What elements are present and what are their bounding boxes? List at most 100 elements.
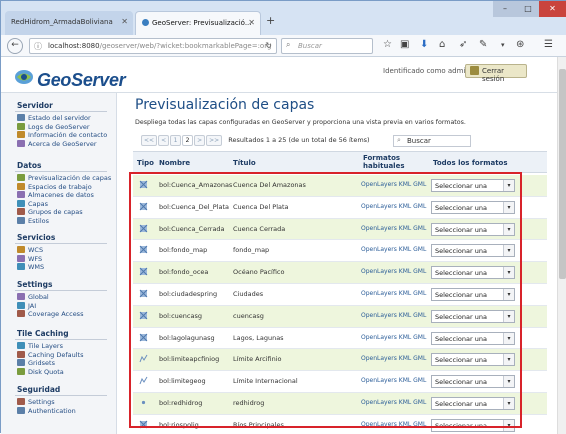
reload-icon[interactable]: ↻: [265, 41, 272, 50]
sidebar-item[interactable]: WFS: [17, 254, 42, 263]
sidebar-item[interactable]: Disk Quota: [17, 367, 64, 376]
sidebar-item[interactable]: Tile Layers: [17, 342, 63, 350]
sidebar-item[interactable]: JAI: [17, 301, 36, 310]
common-formats-links[interactable]: OpenLayers KML GML: [361, 355, 426, 362]
download-icon[interactable]: ⬇: [420, 39, 428, 50]
all-formats-select[interactable]: Seleccionar una ▾: [431, 200, 515, 214]
extension-icon[interactable]: ✎: [479, 39, 487, 50]
logout-button[interactable]: Cerrar sesión: [465, 64, 527, 83]
all-formats-select[interactable]: Seleccionar una ▾: [431, 375, 515, 389]
common-formats-links[interactable]: OpenLayers KML GML: [361, 203, 426, 210]
back-arrow-icon[interactable]: ←: [7, 38, 23, 54]
column-header-titulo[interactable]: Título: [233, 159, 256, 167]
all-formats-select[interactable]: Seleccionar una ▾: [431, 288, 515, 301]
sidebar-item[interactable]: Grupos de capas: [17, 208, 83, 216]
table-search-input[interactable]: ⌕ Buscar: [393, 135, 471, 147]
minimize-icon[interactable]: –: [493, 1, 517, 17]
layer-title: Límite Arcifinio: [233, 355, 282, 364]
sidebar-item[interactable]: Espacios de trabajo: [17, 182, 92, 191]
column-header-tipo[interactable]: Tipo: [137, 159, 154, 167]
common-formats-links[interactable]: OpenLayers KML GML: [361, 181, 426, 188]
sidebar-item-label: Almacenes de datos: [28, 191, 94, 200]
page-1-button[interactable]: 1: [170, 135, 182, 146]
all-formats-select[interactable]: Seleccionar una ▾: [431, 353, 515, 367]
sidebar-item[interactable]: Estilos: [17, 217, 49, 225]
sidebar-separator: [15, 171, 107, 172]
next-page-button[interactable]: >: [194, 135, 206, 146]
sidebar-item[interactable]: Authentication: [17, 406, 76, 415]
close-tab-icon[interactable]: ✕: [248, 18, 255, 27]
layer-title: Océano Pacífico: [233, 268, 285, 277]
common-formats-links[interactable]: OpenLayers KML GML: [361, 334, 426, 341]
sidebar-item[interactable]: Global: [17, 293, 49, 301]
sidebar-item-label: Grupos de capas: [28, 208, 83, 217]
common-formats-links[interactable]: OpenLayers KML GML: [361, 312, 426, 319]
prev-page-button[interactable]: <: [158, 135, 170, 146]
sidebar-item[interactable]: Acerca de GeoServer: [17, 139, 97, 148]
all-formats-select[interactable]: Seleccionar una ▾: [431, 331, 515, 345]
results-count: Resultados 1 a 25 (de un total de 56 íte…: [228, 136, 370, 144]
bookmark-star-icon[interactable]: ☆: [383, 39, 392, 50]
page-2-button[interactable]: 2: [182, 135, 194, 146]
sidebar-item[interactable]: Previsualización de capas: [17, 174, 111, 182]
select-value: Seleccionar una: [435, 291, 487, 299]
common-formats-links[interactable]: OpenLayers KML GML: [361, 290, 426, 297]
page-scrollbar[interactable]: [557, 57, 566, 434]
sidebar-item[interactable]: WCS: [17, 246, 43, 254]
maximize-icon[interactable]: □: [517, 1, 539, 17]
sidebar-item-label: Authentication: [28, 406, 76, 415]
all-formats-select[interactable]: Seleccionar una ▾: [431, 179, 515, 192]
common-formats-links[interactable]: OpenLayers KML GML: [361, 421, 426, 428]
sidebar-item[interactable]: WMS: [17, 263, 44, 271]
browser-search-field[interactable]: ⌕ Buscar: [281, 38, 373, 54]
sidebar-item[interactable]: Información de contacto: [17, 131, 107, 139]
layer-name: bol:redhidrog: [159, 399, 203, 407]
clipboard-icon[interactable]: ▣: [400, 39, 409, 50]
all-formats-select[interactable]: Seleccionar una ▾: [431, 266, 515, 280]
info-icon[interactable]: ⓘ: [34, 41, 42, 52]
sidebar-item[interactable]: Capas: [17, 199, 48, 208]
home-icon[interactable]: ⌂: [439, 39, 445, 50]
sidebar-item-icon: [17, 254, 25, 262]
last-page-button[interactable]: >>: [206, 135, 223, 146]
sidebar-section-title: Servicios: [17, 233, 56, 242]
all-formats-select[interactable]: Seleccionar una ▾: [431, 309, 515, 323]
select-value: Seleccionar una: [435, 269, 487, 278]
identified-as-text: Identificado como admin.: [383, 67, 473, 75]
sidebar-item[interactable]: Logs de GeoServer: [17, 122, 90, 131]
column-header-nombre[interactable]: Nombre: [159, 159, 190, 167]
url-bar[interactable]: ⓘ localhost:8080/geoserver/web/?wicket:b…: [29, 38, 277, 54]
common-formats-links[interactable]: OpenLayers KML GML: [361, 225, 426, 232]
sidebar-item[interactable]: Estado del servidor: [17, 114, 91, 122]
sidebar-item[interactable]: Gridsets: [17, 359, 55, 367]
sidebar-item[interactable]: Caching Defaults: [17, 350, 83, 359]
all-formats-select[interactable]: Seleccionar una ▾: [431, 244, 515, 258]
common-formats-links[interactable]: OpenLayers KML GML: [361, 377, 426, 384]
sidebar-section-title: Datos: [17, 161, 42, 170]
browser-tab-geoserver[interactable]: GeoServer: Previsualizació... ✕: [135, 11, 261, 35]
common-formats-links[interactable]: OpenLayers KML GML: [361, 268, 426, 275]
sidebar-item-icon: [17, 217, 25, 224]
sidebar-item-icon: [17, 199, 25, 207]
menu-icon[interactable]: ☰: [544, 39, 553, 50]
geoserver-logo[interactable]: GeoServer: [37, 70, 126, 91]
sidebar-item[interactable]: Almacenes de datos: [17, 191, 94, 199]
close-tab-icon[interactable]: ✕: [121, 17, 128, 26]
close-window-icon[interactable]: ✕: [539, 1, 566, 17]
all-formats-select[interactable]: Seleccionar una ▾: [431, 418, 515, 432]
sidebar-item[interactable]: Coverage Access: [17, 310, 83, 318]
send-icon[interactable]: ➶: [459, 39, 467, 50]
common-formats-links[interactable]: OpenLayers KML GML: [361, 399, 426, 406]
all-formats-select[interactable]: Seleccionar una ▾: [431, 397, 515, 410]
new-tab-icon[interactable]: +: [266, 14, 275, 27]
scrollbar-thumb[interactable]: [559, 69, 566, 279]
dropdown-arrow-icon[interactable]: ▾: [501, 41, 505, 49]
common-formats-links[interactable]: OpenLayers KML GML: [361, 246, 426, 253]
polygon-layer-icon: [139, 267, 148, 276]
sidebar-item[interactable]: Settings: [17, 398, 55, 406]
layer-name: bol:Cuenca_Cerrada: [159, 224, 225, 233]
browser-tab-redhidrom[interactable]: RedHidrom_ArmadaBoliviana ✕: [5, 11, 133, 35]
addon-icon[interactable]: ⊛: [516, 39, 524, 50]
all-formats-select[interactable]: Seleccionar una ▾: [431, 222, 515, 236]
first-page-button[interactable]: <<: [141, 135, 158, 146]
